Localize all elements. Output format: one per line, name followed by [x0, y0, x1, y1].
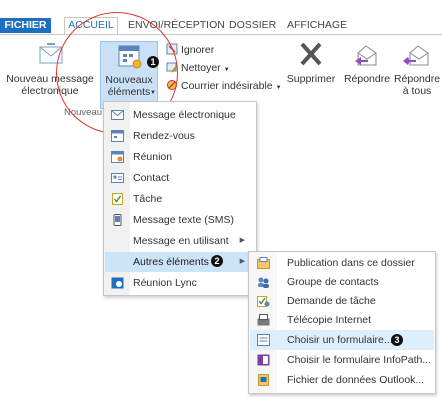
menu-item-label: Réunion Lync [133, 277, 197, 289]
email-icon [111, 110, 124, 120]
menu-item-email[interactable]: Message électronique [105, 105, 255, 125]
infopath-icon [257, 354, 270, 366]
menu-item-choose-infopath-form[interactable]: Choisir le formulaire InfoPath... [250, 350, 434, 370]
menu-item-label: Choisir le formulaire InfoPath... [287, 354, 432, 366]
callout-badge-2: 2 [211, 255, 223, 267]
ignore-icon [166, 43, 178, 55]
menu-item-label: Autres éléments [133, 256, 209, 268]
meeting-icon [111, 151, 124, 163]
clean-label: Nettoyer [181, 62, 221, 74]
junk-label: Courrier indésirable [181, 80, 273, 92]
menu-item-lync-meeting[interactable]: Réunion Lync [105, 273, 255, 293]
envelope-icon [39, 43, 63, 64]
task-icon [112, 193, 123, 205]
new-items-label-2: éléments [107, 86, 151, 98]
calendar-icon [111, 130, 124, 142]
reply-all-icon [403, 45, 429, 66]
submenu-arrow-icon: ▶ [239, 237, 245, 244]
form-icon [257, 334, 270, 346]
menu-item-message-using[interactable]: Message en utilisant ▶ [105, 231, 255, 251]
other-items-submenu: Publication dans ce dossier Groupe de co… [248, 251, 436, 394]
menu-item-label: Message électronique [133, 109, 236, 121]
reply-label: Répondre [343, 73, 391, 85]
junk-icon [167, 80, 177, 90]
delete-button[interactable]: Supprimer [280, 41, 342, 105]
new-items-label-1: Nouveaux [105, 74, 153, 86]
menu-item-appointment[interactable]: Rendez-vous [105, 126, 255, 146]
menu-item-label: Fichier de données Outlook... [287, 374, 425, 386]
menu-item-label: Demande de tâche [287, 295, 376, 307]
submenu-arrow-icon: ▶ [239, 258, 245, 265]
menu-item-task[interactable]: Tâche [105, 189, 255, 209]
menu-item-label: Rendez-vous [133, 130, 195, 142]
menu-item-contact-group[interactable]: Groupe de contacts [250, 272, 434, 292]
menu-item-post-in-folder[interactable]: Publication dans ce dossier [250, 253, 434, 273]
menu-item-task-request[interactable]: Demande de tâche [250, 291, 434, 311]
tab-fichier[interactable]: FICHIER [0, 18, 51, 33]
junk-button[interactable]: Courrier indésirable ▼ [166, 79, 282, 93]
clean-icon [166, 62, 178, 73]
new-items-icon [118, 45, 142, 69]
ribbon-tab-bar: FICHIER ACCUEIL ENVOI/RÉCEPTION DOSSIER … [0, 0, 442, 35]
delete-x-icon [300, 42, 322, 66]
menu-item-internet-fax[interactable]: Télécopie Internet [250, 310, 434, 330]
menu-item-sms[interactable]: Message texte (SMS) [105, 210, 255, 230]
tab-dossier[interactable]: DOSSIER [229, 18, 276, 33]
menu-item-label: Télécopie Internet [287, 314, 372, 326]
ignore-label: Ignorer [181, 44, 215, 56]
new-email-button[interactable]: Nouveau message électronique [4, 41, 96, 105]
task-request-icon [257, 296, 270, 307]
contact-group-icon [258, 277, 269, 288]
menu-item-meeting[interactable]: Réunion [105, 147, 255, 167]
sms-phone-icon [113, 214, 122, 226]
reply-button[interactable]: Répondre [342, 41, 392, 105]
menu-item-label: Choisir un formulaire... [287, 334, 393, 346]
delete-label: Supprimer [286, 73, 336, 85]
tab-affichage[interactable]: AFFICHAGE [287, 18, 347, 33]
lync-icon [111, 277, 124, 289]
reply-all-button[interactable]: Répondre à tous [392, 41, 442, 105]
chevron-down-icon: ▼ [150, 90, 156, 96]
tab-envoi-reception[interactable]: ENVOI/RÉCEPTION [128, 18, 225, 33]
ignore-button[interactable]: Ignorer [166, 43, 214, 57]
fax-icon [257, 314, 270, 326]
callout-badge-1: 1 [147, 56, 159, 68]
tab-accueil[interactable]: ACCUEIL [64, 17, 118, 35]
menu-item-label: Message en utilisant [133, 235, 229, 247]
new-items-button[interactable]: Nouveaux éléments ▼ [100, 41, 158, 109]
reply-icon [355, 45, 377, 66]
new-email-label-2: électronique [21, 85, 79, 97]
callout-badge-3: 3 [391, 334, 403, 346]
menu-item-label: Groupe de contacts [287, 276, 379, 288]
clean-button[interactable]: Nettoyer ▼ [166, 61, 230, 75]
contact-card-icon [111, 173, 124, 183]
menu-item-label: Réunion [133, 151, 173, 163]
new-items-menu: Message électronique Rendez-vous Réunion… [103, 101, 257, 296]
menu-item-label: Tâche [133, 193, 163, 205]
menu-item-choose-form[interactable]: Choisir un formulaire... [250, 330, 434, 350]
menu-item-label: Contact [133, 172, 170, 184]
reply-all-label-1: Répondre [393, 73, 441, 85]
menu-item-other-items[interactable]: Autres éléments ▶ [105, 252, 255, 272]
reply-all-label-2: à tous [402, 85, 432, 97]
group-label-nouveau: Nouveau [64, 107, 103, 118]
clean-dropdown-icon: ▼ [223, 67, 230, 73]
post-icon [257, 257, 270, 269]
menu-item-label: Message texte (SMS) [133, 214, 234, 226]
menu-item-contact[interactable]: Contact [105, 168, 255, 188]
data-file-icon [258, 374, 269, 386]
menu-item-outlook-data-file[interactable]: Fichier de données Outlook... [250, 370, 434, 390]
new-email-label-1: Nouveau message [6, 73, 94, 85]
menu-item-label: Publication dans ce dossier [287, 257, 415, 269]
